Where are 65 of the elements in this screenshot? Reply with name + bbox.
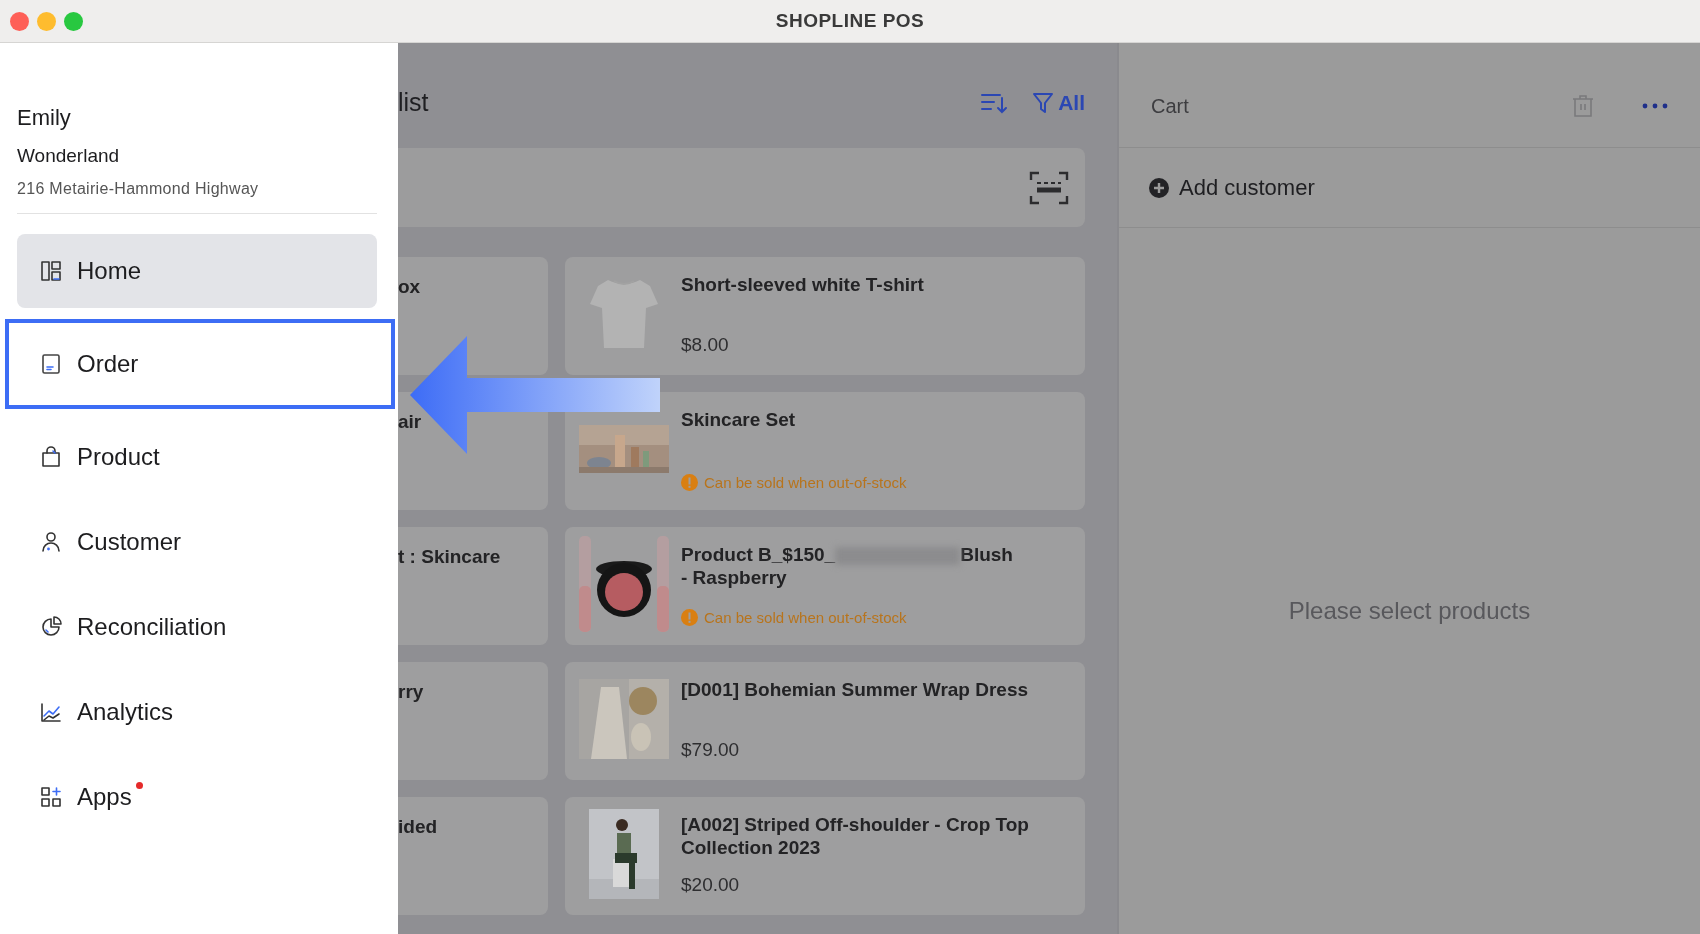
more-icon[interactable] bbox=[1642, 103, 1668, 109]
sidebar-item-label: Order bbox=[77, 348, 139, 379]
cart-title: Cart bbox=[1151, 94, 1189, 119]
product-price: $79.00 bbox=[681, 737, 741, 762]
product-name: Skincare Set bbox=[681, 408, 797, 431]
product-card[interactable]: t : Skincare bbox=[398, 527, 548, 645]
sidebar-item[interactable]: Customer bbox=[17, 504, 377, 579]
product-price: $8.00 bbox=[681, 332, 730, 357]
product-name: Product B_$150_ bbox=[681, 544, 836, 565]
product-name: Blush bbox=[960, 544, 1013, 565]
sidebar-item[interactable]: Home bbox=[17, 233, 377, 308]
empty-cart-message: Please select products bbox=[1288, 596, 1531, 626]
trash-icon[interactable] bbox=[1572, 94, 1594, 118]
minimize-button[interactable] bbox=[37, 12, 56, 31]
list-title: list bbox=[398, 86, 429, 118]
document-icon bbox=[39, 351, 63, 376]
window-title: SHOPLINE POS bbox=[775, 8, 925, 33]
product-card[interactable]: [A002] Striped Off-shoulder - Crop Top Collection 2023 $20.00 bbox=[565, 797, 1085, 915]
product-name: ided bbox=[398, 815, 439, 839]
sidebar-item-label: Customer bbox=[77, 526, 182, 557]
person-icon bbox=[39, 529, 63, 554]
product-name: Short-sleeved white T-shirt bbox=[681, 273, 925, 296]
sidebar-item[interactable]: Analytics bbox=[17, 674, 377, 749]
barcode-scan-icon[interactable] bbox=[1029, 170, 1069, 205]
add-customer-button[interactable]: Add customer bbox=[1149, 171, 1315, 204]
warning-icon bbox=[681, 609, 698, 627]
filter-icon bbox=[1032, 90, 1055, 115]
stock-warning: Can be sold when out-of-stock bbox=[704, 472, 907, 493]
sidebar-item-label: Reconciliation bbox=[77, 611, 227, 642]
product-name: ox bbox=[398, 275, 422, 299]
stock-warning: Can be sold when out-of-stock bbox=[704, 607, 907, 628]
product-name: - Raspberry bbox=[681, 566, 788, 589]
product-name: [A002] Striped Off-shoulder - Crop Top Collection 2023 bbox=[681, 813, 1030, 859]
product-card[interactable]: [D001] Bohemian Summer Wrap Dress $79.00 bbox=[565, 662, 1085, 780]
sidebar-item[interactable]: Product bbox=[17, 419, 377, 494]
product-card[interactable]: ided bbox=[398, 797, 548, 915]
sidebar-item-label: Analytics bbox=[77, 696, 174, 727]
product-name: rry bbox=[398, 680, 425, 704]
store-address: 216 Metairie-Hammond Highway bbox=[17, 178, 260, 199]
product-name: t : Skincare bbox=[398, 545, 502, 569]
product-card[interactable]: Skincare Set Can be sold when out-of-stock bbox=[565, 392, 1085, 510]
sidebar-item-label: Apps bbox=[77, 781, 132, 812]
user-name: Emily bbox=[17, 104, 72, 132]
product-price: $20.00 bbox=[681, 872, 741, 897]
sidebar-item-label: Home bbox=[77, 255, 142, 286]
product-card[interactable]: Product B_$150_ Blush - Raspberry Can be sold when out-of-stock bbox=[565, 527, 1085, 645]
product-card[interactable]: Short-sleeved white T-shirt $8.00 bbox=[565, 257, 1085, 375]
pie-chart-icon bbox=[39, 614, 63, 639]
zoom-button[interactable] bbox=[64, 12, 83, 31]
sidebar-item-label: Product bbox=[77, 441, 160, 472]
search-field[interactable] bbox=[398, 148, 1085, 227]
sidebar-item[interactable]: Reconciliation bbox=[17, 589, 377, 664]
close-button[interactable] bbox=[10, 12, 29, 31]
product-card[interactable]: rry bbox=[398, 662, 548, 780]
plus-icon bbox=[1149, 177, 1169, 198]
warning-icon bbox=[681, 474, 698, 492]
store-name: Wonderland bbox=[17, 144, 121, 168]
apps-icon bbox=[39, 784, 63, 809]
sidebar-item[interactable]: Order bbox=[17, 326, 374, 401]
sidebar-item[interactable]: Apps bbox=[17, 759, 377, 834]
product-name: [D001] Bohemian Summer Wrap Dress bbox=[681, 678, 1030, 701]
layout-icon bbox=[39, 258, 63, 283]
product-card[interactable]: ox bbox=[398, 257, 548, 375]
product-name: air bbox=[398, 410, 423, 434]
shopping-bag-icon bbox=[39, 444, 63, 469]
